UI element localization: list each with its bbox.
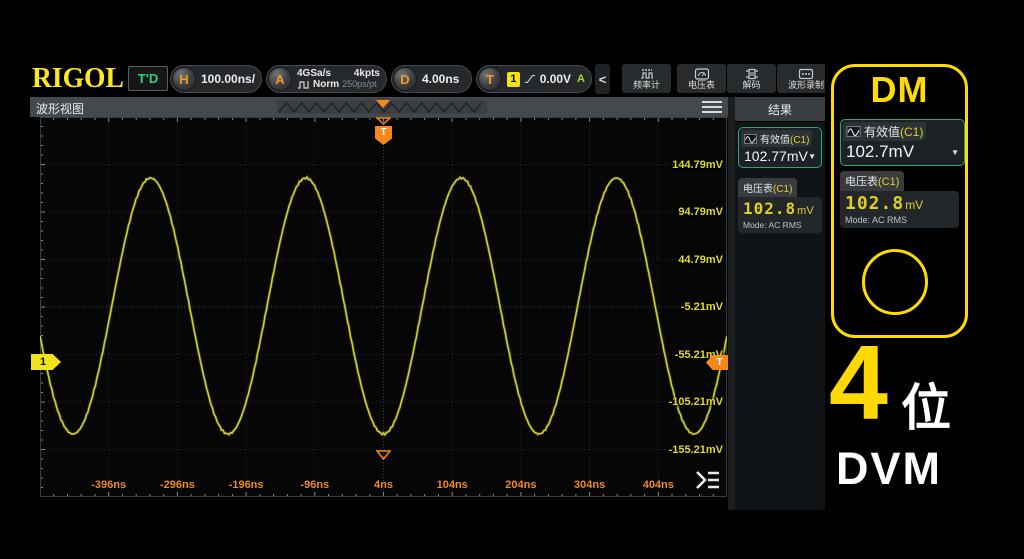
- square-wave-icon: [297, 80, 310, 89]
- dvm-result-card[interactable]: 电压表(C1) 102.8mV Mode: AC RMS: [738, 178, 822, 233]
- dm-title: DM: [834, 69, 965, 111]
- x-axis-label: 304ns: [574, 479, 605, 491]
- dvm-card-label: 电压表(C1): [738, 178, 797, 197]
- x-axis-label: -396ns: [91, 479, 126, 491]
- menu-icon[interactable]: [702, 101, 722, 113]
- decode-button[interactable]: 解码: [727, 64, 776, 93]
- dvm-reading: 102.8mV: [743, 199, 817, 219]
- dm-rms-value: 102.7mV: [846, 142, 914, 162]
- dm-callout-panel: DM 有效值(C1) 102.7mV ▼ 电压表(C1) 102.8mV Mod…: [831, 64, 968, 338]
- delay-button[interactable]: D 4.00ns: [391, 65, 472, 93]
- voltmeter-button[interactable]: 电压表: [677, 64, 726, 93]
- horizontal-scale-button[interactable]: H 100.00ns/: [170, 65, 262, 93]
- trigger-knob[interactable]: T: [478, 67, 502, 91]
- delay-knob[interactable]: D: [393, 67, 417, 91]
- y-axis-label: -105.21mV: [669, 396, 723, 408]
- rising-edge-icon: [524, 72, 536, 86]
- trigger-position-top-icon[interactable]: [376, 117, 391, 125]
- frequency-counter-icon: [639, 68, 655, 80]
- decode-label: 解码: [742, 81, 760, 90]
- overview-trigger-position-icon[interactable]: [376, 100, 390, 108]
- x-axis-label: 4ns: [374, 479, 393, 491]
- waveform-record-label: 波形录制: [788, 81, 824, 90]
- acquisition-mode: Norm: [313, 79, 339, 90]
- trigger-position-bottom-icon[interactable]: [376, 450, 391, 460]
- expand-menu-icon[interactable]: [694, 468, 722, 492]
- freq-counter-button[interactable]: 频率计: [622, 64, 671, 93]
- dm-rms-card: 有效值(C1) 102.7mV ▼: [840, 119, 965, 166]
- dropdown-icon[interactable]: ▼: [808, 152, 816, 161]
- y-axis-label: 94.79mV: [678, 206, 723, 218]
- caption-unit-cjk: 位: [901, 383, 951, 433]
- x-axis-label: 204ns: [505, 479, 536, 491]
- top-toolbar: RIGOL T'D H 100.00ns/ A 4GSa/s 4kpts Nor…: [30, 60, 825, 97]
- caption-digit-count: 4: [829, 330, 888, 436]
- trigger-source-badge: 1: [507, 72, 520, 87]
- memory-depth: 4kpts: [354, 68, 380, 79]
- voltmeter-icon: [694, 68, 710, 80]
- acquisition-button[interactable]: A 4GSa/s 4kpts Norm 250ps/pt: [266, 65, 387, 93]
- trigger-sweep-mode: A: [577, 73, 585, 85]
- x-axis-label: 404ns: [643, 479, 674, 491]
- acquisition-knob[interactable]: A: [268, 67, 292, 91]
- y-axis-label: 44.79mV: [678, 254, 723, 266]
- dm-dvm-mode: Mode: AC RMS: [845, 215, 954, 225]
- panel-divider: [728, 97, 735, 510]
- rms-value: 102.77mV: [744, 148, 808, 164]
- dm-dvm-card-label: 电压表(C1): [840, 171, 904, 191]
- dropdown-icon: ▼: [951, 148, 959, 157]
- results-panel-title: 结果: [735, 97, 825, 122]
- dm-dvm-card: 电压表(C1) 102.8mV Mode: AC RMS: [840, 171, 959, 228]
- y-axis-label: 144.79mV: [672, 159, 723, 171]
- caption-dvm-text: DVM: [836, 446, 942, 491]
- rms-card-label: 有效值(C1): [760, 131, 809, 146]
- decode-icon: [744, 68, 760, 80]
- trigger-level-value: 0.00V: [540, 72, 571, 86]
- oscilloscope-screen: RIGOL T'D H 100.00ns/ A 4GSa/s 4kpts Nor…: [30, 60, 825, 510]
- y-axis-label: -5.21mV: [681, 301, 723, 313]
- rms-result-card[interactable]: 有效值(C1) 102.77mV ▼: [738, 127, 822, 168]
- rigol-logo: RIGOL: [32, 62, 124, 95]
- x-axis-label: 104ns: [437, 479, 468, 491]
- waveform-record-icon: [798, 68, 814, 80]
- freq-counter-label: 频率计: [633, 81, 660, 90]
- waveform-view-header: 波形视图: [30, 97, 735, 117]
- waveform-thumbnail-icon: [846, 126, 861, 137]
- sample-resolution: 250ps/pt: [342, 79, 377, 90]
- x-axis-label: -196ns: [229, 479, 264, 491]
- waveform-record-button[interactable]: 波形录制: [777, 64, 825, 93]
- screenshot-canvas: RIGOL T'D H 100.00ns/ A 4GSa/s 4kpts Nor…: [0, 0, 1024, 559]
- trigger-status-badge[interactable]: T'D: [128, 66, 168, 91]
- dvm-mode: Mode: AC RMS: [743, 220, 817, 230]
- timebase-overview[interactable]: [277, 100, 487, 114]
- waveform-view-title: 波形视图: [36, 100, 84, 117]
- acquisition-info: 4GSa/s 4kpts Norm 250ps/pt: [297, 68, 380, 90]
- trigger-button[interactable]: T 1 0.00V A: [476, 65, 592, 93]
- collapse-toolbar-button[interactable]: <: [595, 64, 610, 94]
- grid-and-trace: [40, 117, 727, 497]
- delay-value: 4.00ns: [422, 72, 459, 86]
- horizontal-scale-value: 100.00ns/: [201, 72, 255, 86]
- horizontal-knob[interactable]: H: [172, 67, 196, 91]
- sample-rate: 4GSa/s: [297, 68, 331, 79]
- knob-circle-icon: [862, 249, 928, 315]
- waveform-grid[interactable]: 144.79mV 94.79mV 44.79mV -5.21mV -55.21m…: [40, 117, 727, 497]
- results-panel: 结果 有效值(C1) 102.77mV ▼ 电压表(C1) 102.8mV Mo…: [735, 97, 825, 510]
- waveform-thumbnail-icon: [744, 134, 757, 144]
- voltmeter-label: 电压表: [688, 81, 715, 90]
- y-axis-label: -155.21mV: [669, 444, 723, 456]
- dm-rms-card-label: 有效值(C1): [864, 123, 923, 140]
- x-axis-label: -296ns: [160, 479, 195, 491]
- dm-dvm-reading: 102.8mV: [845, 193, 954, 214]
- x-axis-label: -96ns: [300, 479, 329, 491]
